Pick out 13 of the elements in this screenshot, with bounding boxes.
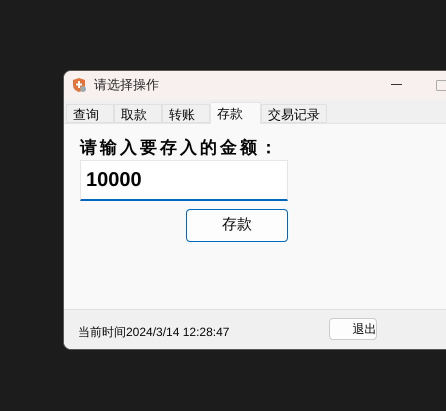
tab[interactable]: 取款 xyxy=(114,104,162,123)
tab[interactable]: 交易记录 xyxy=(261,104,327,123)
deposit-button[interactable]: 存款 xyxy=(186,209,288,242)
exit-button[interactable]: 退出 xyxy=(329,318,378,340)
amount-field[interactable]: 10000 xyxy=(80,160,288,201)
minimize-icon[interactable] xyxy=(391,84,402,86)
window-title: 请选择操作 xyxy=(94,76,159,94)
tab[interactable]: 存款 xyxy=(210,102,261,124)
amount-prompt: 请输入要存入的金额： xyxy=(80,138,281,158)
current-time: 当前时间2024/3/14 12:28:47 xyxy=(78,324,230,340)
tab[interactable]: 转账 xyxy=(162,104,210,123)
tab[interactable]: 查询 xyxy=(66,104,114,123)
shield-icon xyxy=(71,77,87,93)
